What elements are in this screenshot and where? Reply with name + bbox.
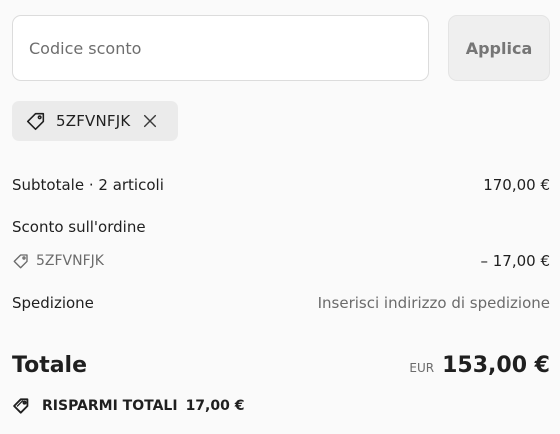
tag-icon (13, 254, 28, 269)
discount-code-text: 5ZFVNFJK (36, 253, 104, 269)
total-row: Totale EUR 153,00 € (12, 350, 550, 380)
shipping-label: Spedizione (12, 294, 94, 312)
total-savings: RISPARMI TOTALI 17,00 € (12, 396, 244, 416)
remove-code-button[interactable] (141, 112, 159, 130)
subtotal-label: Subtotale · 2 articoli (12, 176, 164, 194)
discount-code-row-summary: 5ZFVNFJK – 17,00 € (12, 250, 550, 272)
apply-button[interactable]: Applica (448, 15, 550, 81)
currency-code: EUR (409, 360, 435, 375)
tag-icon (26, 112, 45, 131)
savings-tag-icon (13, 398, 29, 414)
total-amount-group: EUR 153,00 € (409, 353, 550, 378)
discount-code-input[interactable] (12, 15, 429, 81)
order-discount-row: Sconto sull'ordine (12, 216, 550, 238)
total-value: 153,00 € (442, 352, 550, 378)
subtotal-value: 170,00 € (483, 176, 550, 194)
order-discount-label: Sconto sull'ordine (12, 218, 146, 236)
close-icon (144, 114, 157, 128)
savings-value: 17,00 € (185, 398, 245, 414)
shipping-value: Inserisci indirizzo di spedizione (317, 294, 550, 312)
discount-code-summary: 5ZFVNFJK (12, 252, 104, 270)
shipping-row: Spedizione Inserisci indirizzo di spediz… (12, 292, 550, 314)
discount-code-row: Applica (12, 15, 550, 81)
applied-code-label: 5ZFVNFJK (56, 112, 131, 130)
savings-label: RISPARMI TOTALI (42, 398, 178, 414)
total-label: Totale (12, 352, 88, 378)
subtotal-row: Subtotale · 2 articoli 170,00 € (12, 174, 550, 196)
applied-discount-chip: 5ZFVNFJK (12, 101, 178, 141)
discount-value: – 17,00 € (480, 252, 550, 270)
